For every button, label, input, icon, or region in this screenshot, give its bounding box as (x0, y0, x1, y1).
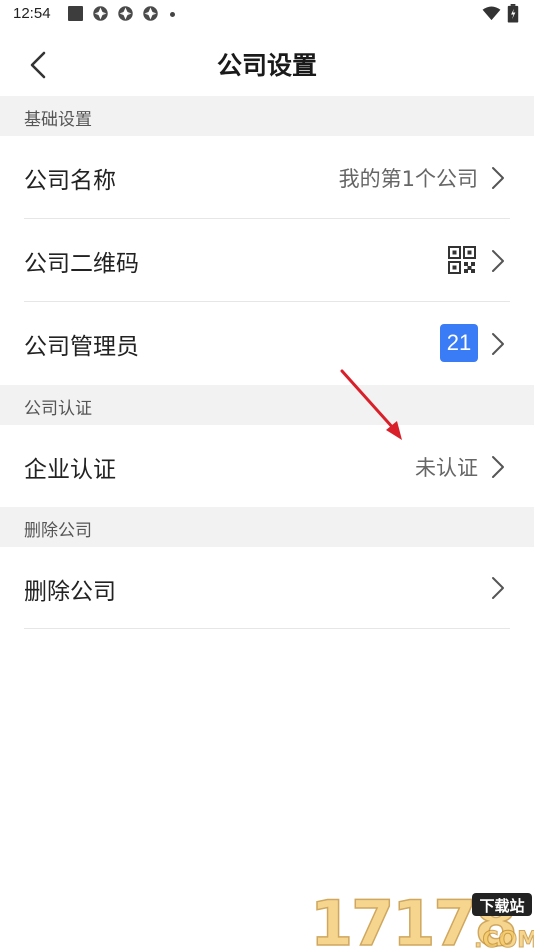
section-label: 基础设置 (24, 110, 92, 130)
watermark-tag: 下载站 (472, 893, 532, 916)
svg-text:.COM: .COM (474, 928, 534, 950)
qr-code-icon (448, 246, 476, 274)
more-notifications-dot (170, 12, 175, 17)
enterprise-certification-row[interactable]: 企业认证 未认证 (0, 425, 534, 507)
row-label: 公司二维码 (24, 251, 139, 277)
status-time: 12:54 (13, 5, 51, 22)
company-name-value: 我的第1个公司 (338, 167, 478, 191)
chevron-right-icon (492, 250, 504, 272)
row-label: 删除公司 (24, 579, 116, 605)
app-notification-icon (118, 6, 133, 21)
header: 公司设置 (0, 30, 534, 96)
row-label: 企业认证 (24, 457, 116, 483)
certification-status: 未认证 (415, 456, 478, 480)
section-label: 删除公司 (24, 521, 92, 541)
row-label: 公司管理员 (24, 334, 139, 360)
wifi-icon (482, 6, 501, 21)
chevron-right-icon (492, 577, 504, 599)
section-label: 公司认证 (24, 399, 92, 419)
page-title: 公司设置 (216, 51, 317, 80)
company-qr-code-row[interactable]: 公司二维码 (0, 219, 534, 302)
notification-square-icon (68, 6, 83, 21)
admin-count-badge: 21 (440, 324, 478, 362)
chevron-right-icon (492, 456, 504, 478)
divider (24, 628, 510, 629)
status-bar: 12:54 (0, 0, 534, 30)
row-label: 公司名称 (24, 168, 116, 194)
battery-icon (507, 4, 519, 23)
chevron-right-icon (492, 167, 504, 189)
section-header-delete: 删除公司 (0, 507, 534, 547)
section-header-certification: 公司认证 (0, 385, 534, 425)
company-admins-row[interactable]: 公司管理员 21 (0, 302, 534, 385)
delete-company-row[interactable]: 删除公司 (0, 547, 534, 628)
app-notification-icon (143, 6, 158, 21)
section-header-basic: 基础设置 (0, 96, 534, 136)
company-name-row[interactable]: 公司名称 我的第1个公司 (0, 136, 534, 219)
watermark-tag-text: 下载站 (479, 897, 525, 915)
app-notification-icon (93, 6, 108, 21)
chevron-right-icon (492, 333, 504, 355)
